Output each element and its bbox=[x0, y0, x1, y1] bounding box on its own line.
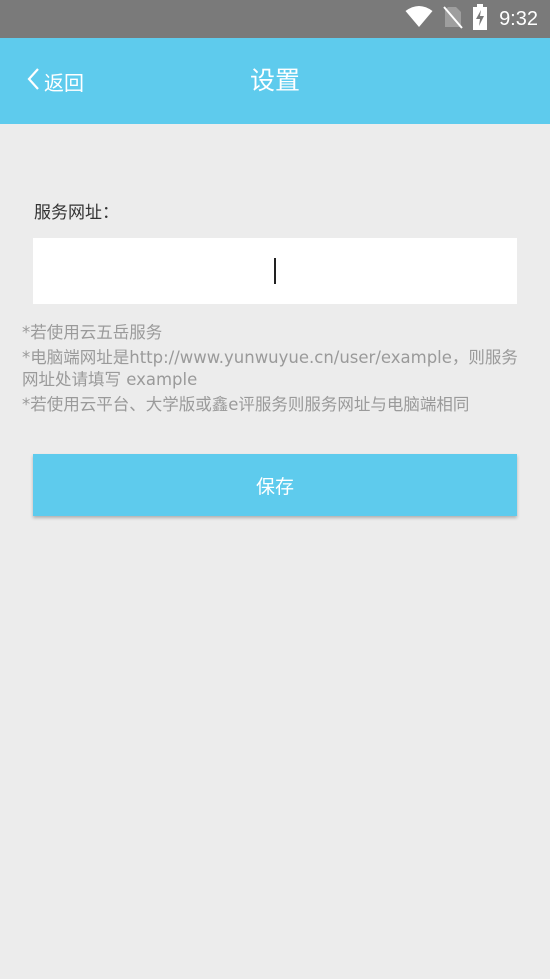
text-cursor bbox=[274, 258, 276, 284]
hint-list: *若使用云五岳服务 *电脑端网址是http://www.yunwuyue.cn/… bbox=[22, 322, 522, 419]
chevron-left-icon bbox=[26, 67, 40, 95]
status-time: 9:32 bbox=[499, 7, 538, 30]
hint-text: *若使用云五岳服务 bbox=[22, 323, 163, 342]
back-label: 返回 bbox=[44, 70, 84, 95]
back-button[interactable]: 返回 bbox=[26, 38, 84, 124]
service-url-label: 服务网址： bbox=[34, 203, 119, 223]
wifi-icon bbox=[405, 6, 433, 32]
hint-text: *电脑端网址是http://www.yunwuyue.cn/user/examp… bbox=[22, 348, 518, 389]
app-bar: 设置 返回 bbox=[0, 38, 550, 124]
status-icons: 9:32 bbox=[405, 0, 538, 38]
hint-text: *若使用云平台、大学版或鑫e评服务则服务网址与电脑端相同 bbox=[22, 395, 470, 414]
status-bar: 9:32 bbox=[0, 0, 550, 38]
save-button[interactable]: 保存 bbox=[33, 454, 517, 516]
no-sim-icon bbox=[443, 5, 463, 33]
battery-charging-icon bbox=[473, 4, 488, 34]
